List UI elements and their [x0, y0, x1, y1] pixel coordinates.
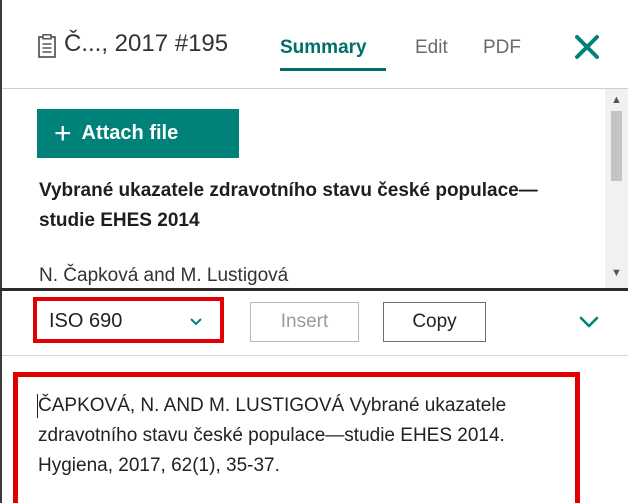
tab-edit[interactable]: Edit — [415, 37, 448, 59]
close-button[interactable] — [570, 30, 604, 64]
attach-file-label: Attach file — [81, 122, 179, 144]
close-icon — [575, 35, 599, 59]
content-scrollbar[interactable]: ▲ ▼ — [605, 89, 628, 288]
active-tab-indicator — [280, 68, 386, 71]
scroll-up-icon[interactable]: ▲ — [605, 89, 628, 109]
citation-style-value: ISO 690 — [49, 310, 123, 332]
scroll-thumb[interactable] — [611, 111, 622, 181]
tab-summary[interactable]: Summary — [280, 37, 367, 59]
document-authors: N. Čapková and M. Lustigová — [39, 265, 289, 286]
copy-button[interactable]: Copy — [383, 302, 486, 342]
reference-title: Č..., 2017 #195 — [64, 30, 229, 57]
citation-preview[interactable]: ČAPKOVÁ, N. AND M. LUSTIGOVÁ Vybrané uka… — [13, 372, 580, 503]
summary-content: + Attach file Vybrané ukazatele zdravotn… — [2, 89, 610, 288]
tab-pdf[interactable]: PDF — [483, 37, 521, 59]
expand-chevron-icon[interactable] — [578, 315, 600, 334]
document-icon — [38, 34, 56, 58]
scroll-down-icon[interactable]: ▼ — [605, 263, 628, 283]
citation-style-select[interactable]: ISO 690 — [33, 297, 224, 343]
plus-icon: + — [54, 116, 72, 150]
insert-button[interactable]: Insert — [250, 302, 359, 342]
chevron-down-icon — [189, 314, 203, 332]
document-title: Vybrané ukazatele zdravotního stavu česk… — [39, 180, 538, 231]
citation-text: ČAPKOVÁ, N. AND M. LUSTIGOVÁ Vybrané uka… — [38, 395, 507, 476]
attach-file-button[interactable]: + Attach file — [37, 109, 239, 158]
toolbar-divider — [2, 355, 628, 356]
